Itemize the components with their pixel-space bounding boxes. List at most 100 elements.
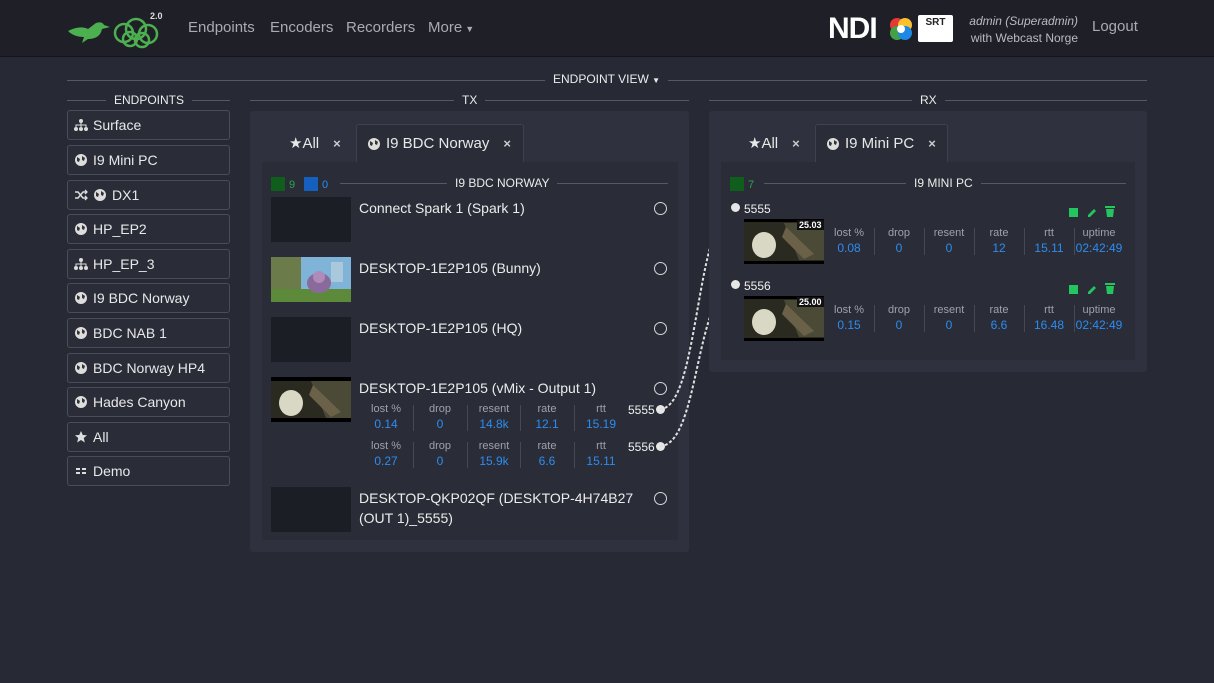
stat-value-drop: 0 — [436, 454, 444, 468]
sidebar-item-i9-bdc-norway[interactable]: I9 BDC Norway — [67, 283, 230, 313]
stat-separator — [974, 305, 975, 332]
globe-icon — [74, 291, 88, 305]
globe-icon — [368, 137, 380, 150]
sidebar-item-hp-ep2[interactable]: HP_EP2 — [67, 214, 230, 244]
globe-icon — [74, 222, 88, 236]
globe-icon — [74, 326, 88, 340]
sidebar-item-dx1[interactable]: DX1 — [67, 180, 230, 210]
source-thumbnail-bunny — [271, 257, 351, 302]
edit-icon[interactable] — [1086, 283, 1098, 295]
tab-label: I9 BDC Norway — [386, 135, 490, 152]
stat-value-rate: 6.6 — [990, 318, 1008, 332]
tab-tx-all[interactable]: ★All × — [279, 124, 351, 162]
network-icon — [74, 118, 88, 132]
stat-label-lost: lost % — [834, 304, 864, 316]
caret-down-icon: ▼ — [465, 24, 475, 34]
tab-rx-i9-mini-pc[interactable]: I9 Mini PC × — [815, 124, 948, 162]
stat-value-resent: 15.9k — [479, 454, 509, 468]
tab-tx-i9-bdc-norway[interactable]: I9 BDC Norway × — [356, 124, 524, 162]
stat-separator — [520, 405, 521, 431]
stat-label-resent: resent — [478, 403, 510, 415]
sidebar-item-demo[interactable]: Demo — [67, 456, 230, 486]
stat-value-rtt: 15.11 — [586, 454, 616, 468]
stat-label-rate: rate — [537, 440, 557, 452]
ndi-logo: NDI — [828, 12, 878, 45]
green-status-square — [730, 177, 744, 191]
source-thumbnail-vmix — [271, 377, 351, 422]
rx-section-title: I9 MINI PC — [906, 176, 981, 190]
user-org: with Webcast Norge — [970, 31, 1078, 45]
sidebar-item-label: HP_EP2 — [93, 221, 147, 237]
endpoints-title: ENDPOINTS — [106, 93, 193, 107]
nav-recorders[interactable]: Recorders — [346, 19, 415, 36]
stat-separator — [520, 442, 521, 468]
tx-port: 5556 — [628, 440, 655, 454]
stat-separator — [574, 405, 575, 431]
close-icon[interactable]: × — [503, 136, 511, 151]
stat-value-rate: 12 — [992, 241, 1006, 255]
ndi-color-logo — [888, 16, 914, 42]
sidebar-item-bdc-norway-hp4[interactable]: BDC Norway HP4 — [67, 353, 230, 383]
navbar — [0, 0, 1214, 57]
tab-rx-all[interactable]: ★All × — [738, 124, 810, 162]
connection-dot[interactable] — [731, 203, 740, 212]
stat-separator — [467, 405, 468, 431]
sidebar-item-all[interactable]: All — [67, 422, 230, 452]
user-role: admin (Superadmin) — [969, 14, 1078, 28]
edit-icon[interactable] — [1086, 206, 1098, 218]
logout-link[interactable]: Logout — [1092, 18, 1138, 35]
sidebar-item-i9-mini-pc[interactable]: I9 Mini PC — [67, 145, 230, 175]
stat-separator — [874, 305, 875, 332]
stop-icon[interactable] — [1069, 208, 1078, 217]
logo-version: 2.0 — [150, 11, 163, 21]
stat-label-resent: resent — [933, 227, 965, 239]
blue-status-square — [304, 177, 318, 191]
sidebar-item-hp-ep-3[interactable]: HP_EP_3 — [67, 249, 230, 279]
source-thumbnail — [271, 317, 351, 362]
stat-separator — [1074, 305, 1075, 332]
close-icon[interactable]: × — [792, 136, 800, 151]
source-name: DESKTOP-QKP02QF (DESKTOP-4H74B27 (OUT 1)… — [359, 490, 634, 526]
stat-value-resent: 0 — [945, 318, 953, 332]
trash-icon[interactable] — [1104, 282, 1116, 295]
stat-separator — [413, 442, 414, 468]
nav-encoders[interactable]: Encoders — [270, 19, 333, 36]
stat-value-lost: 0.08 — [837, 241, 861, 255]
source-radio[interactable] — [654, 492, 667, 505]
nav-endpoints[interactable]: Endpoints — [188, 19, 255, 36]
stat-label-uptime: uptime — [1082, 304, 1116, 316]
stop-icon[interactable] — [1069, 285, 1078, 294]
tx-section-title: I9 BDC NORWAY — [447, 176, 558, 190]
close-icon[interactable]: × — [928, 136, 936, 151]
nav-more[interactable]: More ▼ — [428, 19, 474, 36]
endpoint-view-dropdown[interactable]: ENDPOINT VIEW ▼ — [545, 72, 669, 86]
close-icon[interactable]: × — [333, 136, 341, 151]
stat-value-drop: 0 — [895, 241, 903, 255]
stat-label-resent: resent — [933, 304, 965, 316]
sidebar-item-surface[interactable]: Surface — [67, 110, 230, 140]
source-thumbnail — [271, 487, 351, 532]
sidebar-item-label: All — [93, 429, 109, 445]
rx-port: 5555 — [744, 202, 771, 216]
srt-label: SRT — [925, 17, 946, 28]
nav-more-label: More — [428, 19, 463, 36]
tx-port: 5555 — [628, 403, 655, 417]
trash-icon[interactable] — [1104, 205, 1116, 218]
stat-separator — [924, 305, 925, 332]
source-name: DESKTOP-1E2P105 (HQ) — [359, 320, 523, 336]
stat-label-uptime: uptime — [1082, 227, 1116, 239]
stat-value-lost: 0.15 — [837, 318, 861, 332]
stat-value-rtt: 16.48 — [1033, 318, 1065, 332]
sidebar-item-bdc-nab-1[interactable]: BDC NAB 1 — [67, 318, 230, 348]
sidebar-item-hades-canyon[interactable]: Hades Canyon — [67, 387, 230, 417]
tab-label: I9 Mini PC — [845, 135, 915, 152]
connection-dot[interactable] — [731, 280, 740, 289]
stat-label-lost: lost % — [371, 403, 401, 415]
globe-icon — [74, 153, 88, 167]
tab-label: ★All — [748, 135, 779, 152]
stat-label-rate: rate — [537, 403, 557, 415]
sidebar-item-label: BDC Norway HP4 — [93, 360, 206, 376]
stat-value-resent: 14.8k — [479, 417, 509, 431]
rx-title: RX — [912, 93, 945, 107]
count-green: 7 — [748, 179, 755, 191]
